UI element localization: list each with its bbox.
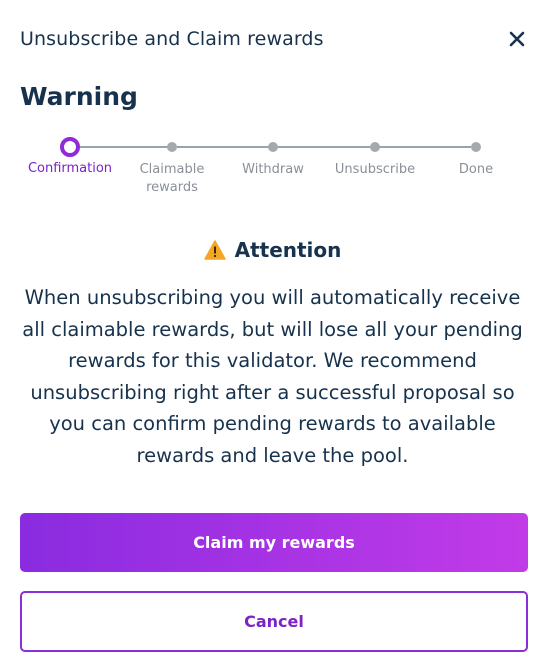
dialog-title: Unsubscribe and Claim rewards	[20, 28, 324, 50]
step-unsubscribe: Unsubscribe	[325, 136, 425, 179]
step-label: Unsubscribe	[334, 162, 416, 177]
step-confirmation: Confirmation	[20, 136, 120, 178]
step-label: Claimable rewards	[139, 162, 205, 195]
attention-heading: Attention	[0, 238, 545, 262]
step-indicator	[471, 142, 481, 152]
step-indicator	[167, 142, 177, 152]
step-indicator-active	[60, 137, 80, 157]
close-button[interactable]	[503, 25, 531, 53]
attention-message: When unsubscribing you will automaticall…	[22, 286, 523, 467]
step-label: Withdraw	[242, 162, 304, 177]
step-indicator	[268, 142, 278, 152]
unsubscribe-dialog: Unsubscribe and Claim rewards Warning Co…	[0, 0, 545, 670]
step-claimable-rewards: Claimable rewards	[122, 136, 222, 197]
section-heading: Warning	[20, 82, 138, 111]
progress-stepper: Confirmation Claimable rewards Withdraw …	[20, 136, 529, 200]
step-label: Done	[458, 162, 494, 177]
step-indicator	[370, 142, 380, 152]
dialog-header: Unsubscribe and Claim rewards	[20, 22, 525, 56]
warning-triangle-icon	[203, 240, 226, 260]
step-done: Done	[426, 136, 526, 179]
close-icon	[509, 31, 525, 47]
step-withdraw: Withdraw	[223, 136, 323, 179]
attention-title: Attention	[234, 238, 342, 262]
cancel-button[interactable]: Cancel	[20, 591, 528, 652]
step-label: Confirmation	[27, 161, 113, 176]
claim-rewards-button[interactable]: Claim my rewards	[20, 513, 528, 572]
